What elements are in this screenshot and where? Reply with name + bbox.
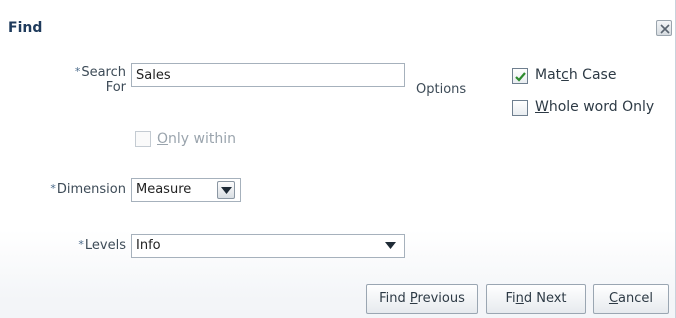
levels-dropdown-button[interactable] <box>382 237 400 255</box>
required-indicator: * <box>74 65 81 78</box>
levels-select-value: Info <box>136 238 161 253</box>
match-case-checkbox[interactable] <box>512 68 528 84</box>
find-next-button[interactable]: Find Next <box>486 284 586 314</box>
dimension-select-value: Measure <box>136 182 192 197</box>
levels-select[interactable]: Info <box>131 234 405 258</box>
only-within-checkbox[interactable] <box>135 131 151 147</box>
dimension-select[interactable]: Measure <box>131 178 241 202</box>
dialog-title: Find <box>8 20 43 36</box>
whole-word-only-label[interactable]: Whole word Only <box>535 99 654 115</box>
whole-word-only-checkbox[interactable] <box>512 100 528 116</box>
cancel-button[interactable]: Cancel <box>593 284 669 314</box>
only-within-label: Only within <box>157 131 236 147</box>
dimension-label: *Dimension <box>50 182 126 197</box>
find-previous-button[interactable]: Find Previous <box>366 284 478 314</box>
search-input[interactable] <box>131 63 405 87</box>
find-dialog: Find *Search For Options Match Case Whol… <box>0 0 676 318</box>
match-case-label[interactable]: Match Case <box>535 67 616 83</box>
levels-label: *Levels <box>78 238 126 253</box>
close-button[interactable] <box>656 20 672 36</box>
options-label: Options <box>416 82 467 97</box>
dimension-dropdown-button[interactable] <box>217 181 235 199</box>
search-for-label: *Search For <box>74 65 126 95</box>
